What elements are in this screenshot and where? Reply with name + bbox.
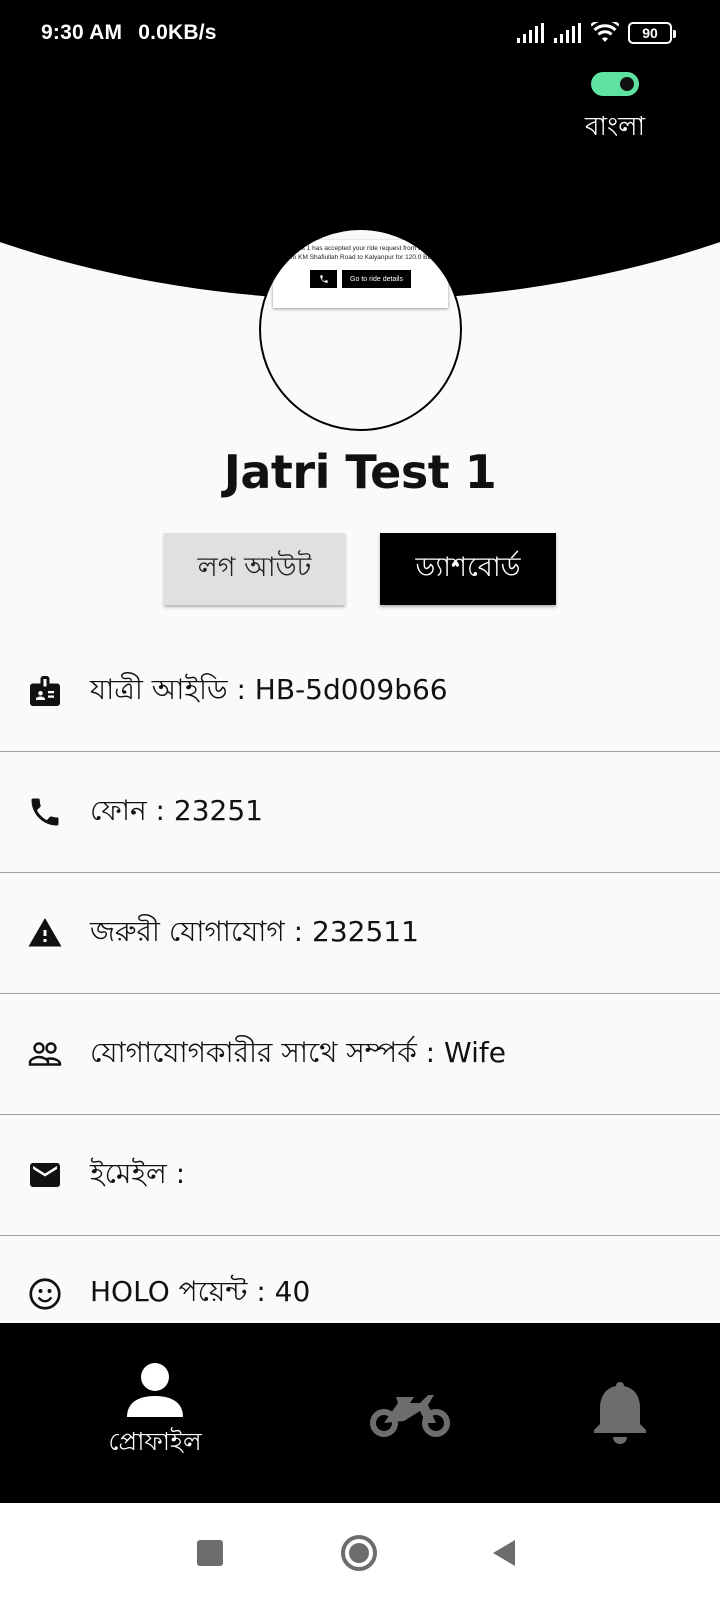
home-button[interactable] bbox=[341, 1535, 377, 1571]
dashboard-button[interactable]: ড্যাশবোর্ড bbox=[380, 533, 556, 605]
info-row-passenger-id: যাত্রী আইডি : HB-5d009b66 bbox=[0, 631, 720, 752]
profile-info-list: যাত্রী আইডি : HB-5d009b66 ফোন : 23251 জর… bbox=[0, 631, 720, 1351]
profile-name: Jatri Test 1 bbox=[223, 445, 497, 499]
email-text: ইমেইল : bbox=[90, 1156, 186, 1190]
status-icons: 90 bbox=[517, 22, 676, 44]
profile-avatar[interactable]: Jatri Test 1 has accepted your ride requ… bbox=[259, 228, 462, 431]
recent-apps-button[interactable] bbox=[197, 1540, 223, 1566]
info-row-relationship: যোগাযোগকারীর সাথে সম্পর্ক : Wife bbox=[0, 994, 720, 1115]
motorcycle-icon bbox=[370, 1395, 450, 1437]
signal-icon bbox=[517, 23, 544, 43]
nav-notifications[interactable] bbox=[570, 1323, 670, 1503]
phone-icon bbox=[310, 270, 338, 288]
battery-icon: 90 bbox=[628, 22, 676, 44]
bell-icon bbox=[594, 1382, 646, 1444]
nav-profile-label: প্রোফাইল bbox=[108, 1426, 202, 1456]
info-row-email: ইমেইল : bbox=[0, 1115, 720, 1236]
bottom-navigation: প্রোফাইল bbox=[0, 1323, 720, 1503]
email-icon bbox=[0, 1157, 90, 1193]
nav-ride[interactable] bbox=[355, 1323, 465, 1503]
status-speed: 0.0KB/s bbox=[138, 21, 217, 44]
status-bar: 9:30 AM 0.0KB/s 90 bbox=[0, 0, 720, 70]
holo-points-text: HOLO পয়েন্ট : 40 bbox=[90, 1275, 311, 1308]
passenger-id-text: যাত্রী আইডি : HB-5d009b66 bbox=[90, 672, 448, 706]
person-icon bbox=[127, 1362, 183, 1417]
battery-level: 90 bbox=[642, 25, 658, 41]
back-button[interactable] bbox=[493, 1540, 515, 1566]
info-row-emergency-contact: জরুরী যোগাযোগ : 232511 bbox=[0, 873, 720, 994]
language-toggle[interactable] bbox=[591, 72, 639, 96]
language-label: বাংলা bbox=[584, 112, 646, 142]
language-switch[interactable]: বাংলা bbox=[580, 72, 650, 150]
wifi-icon bbox=[591, 22, 619, 42]
id-badge-icon bbox=[0, 673, 90, 709]
go-to-ride-details-button: Go to ride details bbox=[342, 270, 411, 288]
phone-text: ফোন : 23251 bbox=[90, 793, 263, 827]
status-time: 9:30 AM bbox=[41, 21, 123, 44]
nav-profile[interactable]: প্রোফাইল bbox=[75, 1323, 235, 1503]
notification-text: Jatri Test 1 has accepted your ride requ… bbox=[279, 245, 438, 261]
logout-button[interactable]: লগ আউট bbox=[164, 533, 345, 605]
status-left: 9:30 AM 0.0KB/s bbox=[41, 21, 227, 45]
emergency-contact-text: জরুরী যোগাযোগ : 232511 bbox=[90, 914, 419, 948]
phone-icon bbox=[0, 794, 90, 830]
signal-icon-2 bbox=[554, 23, 581, 43]
avatar-notification-preview: Jatri Test 1 has accepted your ride requ… bbox=[273, 240, 448, 308]
smiley-icon bbox=[0, 1276, 90, 1312]
warning-icon bbox=[0, 915, 90, 951]
people-icon bbox=[0, 1036, 90, 1072]
relationship-text: যোগাযোগকারীর সাথে সম্পর্ক : Wife bbox=[90, 1035, 506, 1069]
info-row-phone: ফোন : 23251 bbox=[0, 752, 720, 873]
system-navigation-bar bbox=[0, 1503, 720, 1600]
